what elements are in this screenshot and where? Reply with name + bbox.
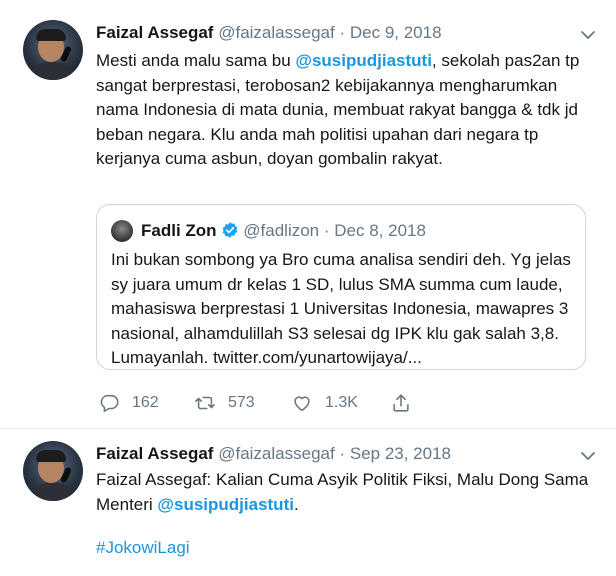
like-button[interactable]: 1.3K	[291, 392, 358, 414]
hashtag-line: #JokowiLagi	[96, 536, 596, 561]
mention-link[interactable]: @susipudjiastuti	[295, 51, 432, 70]
tweet[interactable]: Faizal Assegaf @faizalassegaf · Sep 23, …	[0, 428, 616, 576]
quoted-avatar[interactable]	[111, 220, 133, 242]
mention-link[interactable]: @susipudjiastuti	[157, 495, 294, 514]
author-handle[interactable]: @faizalassegaf	[218, 23, 335, 42]
reply-button[interactable]: 162	[98, 392, 159, 414]
avatar[interactable]	[23, 20, 83, 80]
tweet-text-part: .	[293, 494, 299, 514]
separator: ·	[323, 221, 330, 240]
retweet-button[interactable]: 573	[194, 392, 255, 414]
separator: ·	[339, 23, 346, 42]
verified-badge-icon	[222, 222, 237, 238]
tweet[interactable]: Faizal Assegaf @faizalassegaf · Dec 9, 2…	[0, 0, 616, 428]
retweet-count: 573	[228, 394, 255, 411]
tweet-text: Mesti anda malu sama bu @susipudjiastuti…	[96, 49, 596, 172]
author-name[interactable]: Faizal Assegaf	[96, 444, 213, 463]
share-icon	[393, 394, 409, 412]
quoted-header: Fadli Zon @fadlizon · Dec 8, 2018	[141, 220, 426, 242]
hashtag-link[interactable]: #JokowiLagi	[96, 538, 190, 557]
tweet-header: Faizal Assegaf @faizalassegaf · Dec 9, 2…	[96, 23, 442, 43]
quoted-handle: @fadlizon	[243, 221, 320, 240]
separator: ·	[339, 444, 346, 463]
chevron-down-icon[interactable]	[579, 26, 597, 44]
author-handle[interactable]: @faizalassegaf	[218, 444, 335, 463]
tweet-text: Faizal Assegaf: Kalian Cuma Asyik Politi…	[96, 468, 596, 517]
quoted-date: Dec 8, 2018	[334, 221, 426, 240]
share-button[interactable]	[390, 392, 412, 414]
like-icon	[294, 396, 310, 412]
reply-icon	[100, 394, 119, 413]
like-count: 1.3K	[325, 394, 358, 411]
quoted-tweet[interactable]: Fadli Zon @fadlizon · Dec 8, 2018 Ini bu…	[96, 204, 586, 370]
quoted-author-name: Fadli Zon	[141, 221, 217, 240]
chevron-down-icon[interactable]	[579, 447, 597, 465]
quoted-text: Ini bukan sombong ya Bro cuma analisa se…	[111, 250, 571, 367]
author-name[interactable]: Faizal Assegaf	[96, 23, 213, 42]
avatar[interactable]	[23, 441, 83, 501]
tweet-actions: 162 573 1.3K	[98, 392, 428, 416]
tweet-date[interactable]: Dec 9, 2018	[350, 23, 442, 42]
tweet-header: Faizal Assegaf @faizalassegaf · Sep 23, …	[96, 444, 451, 464]
reply-count: 162	[132, 394, 159, 411]
retweet-icon	[195, 396, 215, 410]
tweet-date[interactable]: Sep 23, 2018	[350, 444, 451, 463]
tweet-text-part: Mesti anda malu sama bu	[96, 51, 296, 70]
